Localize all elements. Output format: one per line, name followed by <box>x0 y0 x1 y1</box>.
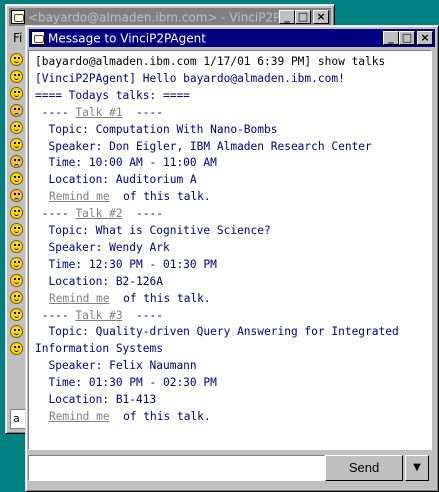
smiley-icon[interactable] <box>10 104 23 117</box>
chat-transcript[interactable]: [bayardo@almaden.ibm.com 1/17/01 6:39 PM… <box>28 50 432 450</box>
chat-line: ==== Todays talks: ==== <box>35 89 190 103</box>
smiley-icon[interactable] <box>10 53 23 66</box>
smiley-icon[interactable] <box>10 240 23 253</box>
smiley-icon[interactable] <box>10 274 23 287</box>
talk-speaker: Speaker: Wendy Ark <box>35 240 170 254</box>
message-input[interactable] <box>28 455 325 481</box>
talk-header: ---- <box>122 105 163 119</box>
talk-speaker: Speaker: Felix Naumann <box>35 359 197 373</box>
chat-line: [VinciP2PAgent] Hello bayardo@almaden.ib… <box>35 72 345 86</box>
remind-text: of this talk. <box>109 190 211 204</box>
chat-line: Remind me of this talk. <box>49 190 211 204</box>
chat-line: Information Systems <box>35 342 163 356</box>
smiley-icon[interactable] <box>10 155 23 168</box>
chat-line: Time: 01:30 PM - 02:30 PM <box>35 376 217 390</box>
smiley-icon[interactable] <box>10 172 23 185</box>
smiley-icon[interactable] <box>10 206 23 219</box>
minimize-button[interactable]: _ <box>383 31 399 45</box>
chat-message: [bayardo@almaden.ibm.com 1/17/01 6:39 PM… <box>35 55 386 68</box>
chat-line: Remind me of this talk. <box>49 410 211 424</box>
talk-location: Location: Auditorium A <box>35 173 197 187</box>
chat-line: ---- Talk #1 ---- <box>35 106 163 120</box>
talk-header: ---- <box>122 308 163 322</box>
chat-line: Speaker: Don Eigler, IBM Almaden Researc… <box>35 139 372 154</box>
chat-line: [bayardo@almaden.ibm.com 1/17/01 6:39 PM… <box>35 55 385 69</box>
chevron-down-icon[interactable]: ▼ <box>405 455 429 481</box>
talk-location: Location: B1-413 <box>35 393 157 406</box>
smiley-icon[interactable] <box>10 257 23 270</box>
app-icon <box>31 30 45 45</box>
smiley-icon[interactable] <box>10 189 23 202</box>
remind-me-link[interactable]: Remind me <box>49 190 110 203</box>
talk-topic: Information Systems <box>35 342 163 356</box>
talk-topic: Topic: Quality-driven Query Answering fo… <box>35 325 399 339</box>
close-button[interactable]: × <box>313 10 329 24</box>
close-button[interactable]: × <box>417 31 433 45</box>
smiley-icon[interactable] <box>10 325 23 338</box>
remind-text: of this talk. <box>109 409 211 423</box>
minimize-button[interactable]: _ <box>279 10 295 24</box>
talk-location: Location: B2-126A <box>35 274 163 288</box>
chat-line: Location: B2-126A <box>35 275 163 289</box>
talk-topic: Topic: Computation With Nano-Bombs <box>35 122 278 136</box>
talk-header: ---- <box>35 207 76 221</box>
chat-message: [VinciP2PAgent] Hello bayardo@almaden.ib… <box>35 71 345 85</box>
remind-text: of this talk. <box>109 291 211 305</box>
talk-time: Time: 10:00 AM - 11:00 AM <box>35 156 217 170</box>
smiley-icon[interactable] <box>10 223 23 236</box>
chat-line: Topic: Quality-driven Query Answering fo… <box>35 325 399 339</box>
chat-line: Speaker: Felix Naumann <box>35 359 197 373</box>
contact-list[interactable] <box>10 53 26 359</box>
smiley-icon[interactable] <box>10 70 23 83</box>
talk-link[interactable]: Talk #2 <box>75 207 122 220</box>
smiley-icon[interactable] <box>10 138 23 151</box>
talk-header: ---- <box>35 308 76 322</box>
talk-header: ---- <box>35 105 76 119</box>
chat-line: ---- Talk #3 ---- <box>35 309 163 323</box>
chat-line: Speaker: Wendy Ark <box>35 240 170 255</box>
remind-me-link[interactable]: Remind me <box>49 292 110 305</box>
main-window-titlebar[interactable]: <bayardo@almaden.ibm.com> - VinciP2P _ □… <box>9 8 331 26</box>
talk-link[interactable]: Talk #1 <box>75 106 122 119</box>
remind-me-link[interactable]: Remind me <box>49 410 110 423</box>
chat-line: ---- Talk #2 ---- <box>35 207 163 221</box>
maximize-button[interactable]: □ <box>399 31 415 45</box>
file-menu[interactable]: Fi <box>13 31 22 45</box>
chat-line: Topic: What is Cognitive Science? <box>35 224 271 238</box>
chat-line: Time: 12:30 PM - 01:30 PM <box>35 257 217 272</box>
chat-line: Time: 10:00 AM - 11:00 AM <box>35 156 217 170</box>
maximize-button[interactable]: □ <box>295 10 311 24</box>
smiley-icon[interactable] <box>10 308 23 321</box>
talk-header: ---- <box>122 207 163 221</box>
talk-speaker: Speaker: Don Eigler, IBM Almaden Researc… <box>35 139 372 153</box>
talk-time: Time: 12:30 PM - 01:30 PM <box>35 257 217 271</box>
message-window-titlebar[interactable]: Message to VinciP2PAgent _ □ × <box>29 29 435 47</box>
chat-message: ==== Todays talks: ==== <box>35 88 190 102</box>
talk-link[interactable]: Talk #3 <box>75 309 122 322</box>
send-button[interactable]: Send <box>325 455 403 481</box>
chat-line: Topic: Computation With Nano-Bombs <box>35 123 277 137</box>
smiley-icon[interactable] <box>10 87 23 100</box>
chat-line: Remind me of this talk. <box>49 292 211 306</box>
chat-line: Location: Auditorium A <box>35 173 197 187</box>
chat-line: Location: B1-413 <box>35 393 156 407</box>
message-window-title: Message to VinciP2PAgent <box>48 31 206 46</box>
main-window-title: <bayardo@almaden.ibm.com> - VinciP2P <box>28 10 281 25</box>
app-icon <box>11 9 25 24</box>
talk-topic: Topic: What is Cognitive Science? <box>35 224 271 237</box>
smiley-icon[interactable] <box>10 342 23 355</box>
smiley-icon[interactable] <box>10 291 23 304</box>
talk-time: Time: 01:30 PM - 02:30 PM <box>35 376 217 390</box>
contact-input-text: a <box>13 412 20 425</box>
smiley-icon[interactable] <box>10 121 23 134</box>
